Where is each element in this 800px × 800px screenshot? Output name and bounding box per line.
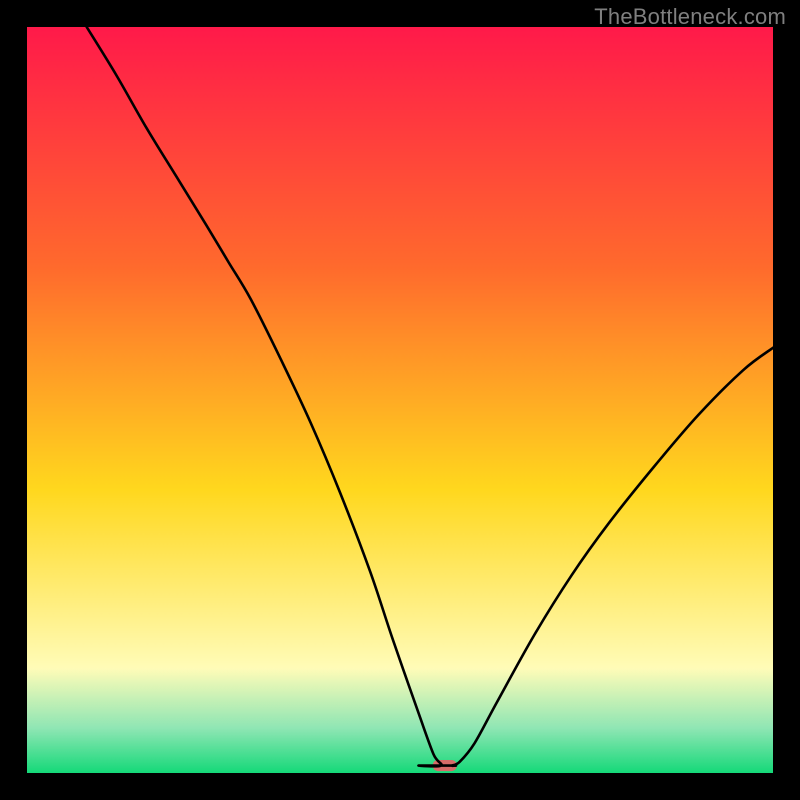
watermark-text: TheBottleneck.com xyxy=(594,4,786,30)
curve-right xyxy=(452,348,773,766)
plot-svg xyxy=(27,27,773,773)
curve-left xyxy=(87,27,456,766)
